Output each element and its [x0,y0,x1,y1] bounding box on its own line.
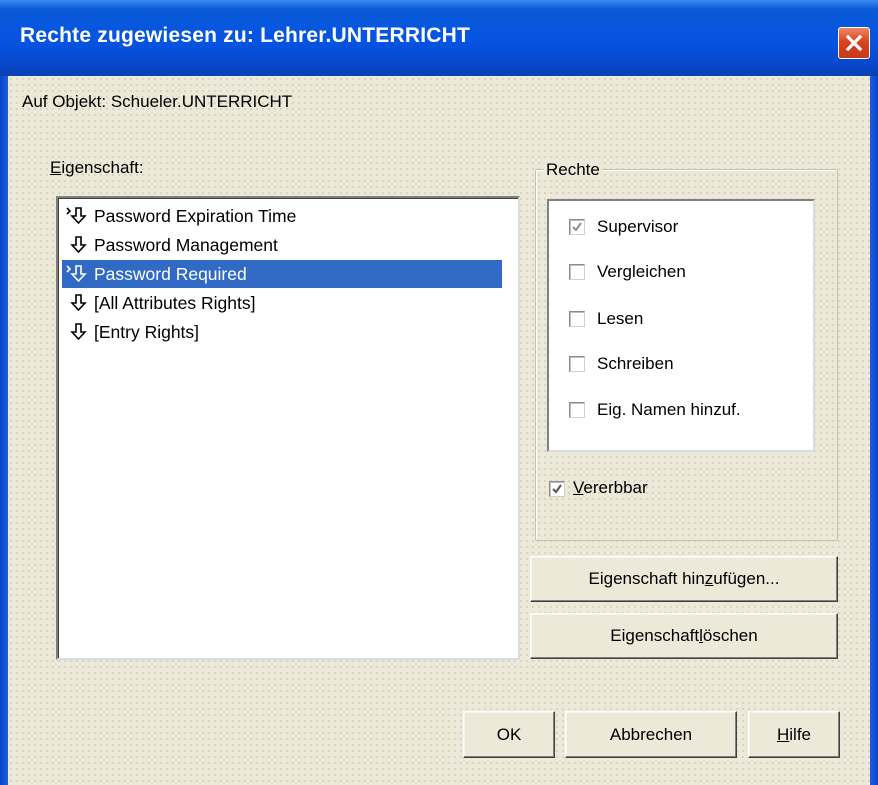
add-property-label-part: Eigenschaft hin [588,569,705,588]
cancel-label: Abbrechen [609,725,693,744]
add-self-checkbox[interactable] [569,402,585,418]
delete-property-button[interactable]: Eigenschaft löschen [530,613,838,659]
inheritable-checkbox[interactable] [549,481,565,497]
window-border-left [0,76,8,785]
write-label: Schreiben [597,354,674,373]
checkmark-icon [572,222,582,232]
help-label: Hilfe [777,712,811,757]
properties-label-accel: E [50,158,62,177]
window-border-right [870,76,878,785]
list-item-label: [Entry Rights] [94,322,200,342]
delete-property-label-part: Eigenschaft [610,626,700,645]
inheritable-label: Vererbbar [573,478,648,498]
list-item[interactable]: Password Management [62,231,278,259]
delete-property-label-part: öschen [702,626,758,645]
read-label: Lesen [597,309,644,328]
properties-label: Eigenschaft: [50,158,144,178]
close-icon [845,34,863,52]
window-title: Rechte zugewiesen zu: Lehrer.UNTERRICHT [20,24,471,47]
properties-list[interactable]: Password Expiration Time Password Manage… [56,196,520,660]
inherit-arrow-icon [62,260,94,288]
supervisor-checkbox[interactable] [569,219,585,235]
inheritable-label-rest: ererbbar [583,478,648,497]
help-label-rest: ilfe [789,725,811,744]
inherit-arrow-icon [62,202,94,230]
checkmark-icon [552,484,562,494]
rights-dialog: Rechte zugewiesen zu: Lehrer.UNTERRICHT … [0,0,878,785]
add-property-button[interactable]: Eigenschaft hinzufügen... [530,556,838,602]
read-checkbox[interactable] [569,311,585,327]
list-item[interactable]: [All Attributes Rights] [62,289,255,317]
help-accel: H [776,725,790,744]
delete-property-label: Eigenschaft löschen [610,614,757,658]
add-property-label: Eigenschaft hinzufügen... [589,557,780,601]
add-property-accel: z [704,569,714,588]
help-button[interactable]: Hilfe [748,711,840,758]
down-arrow-icon [62,318,94,346]
list-item-label: Password Expiration Time [94,206,297,226]
supervisor-label: Supervisor [597,217,679,236]
list-item-label: Password Required [94,264,247,284]
close-button[interactable] [838,27,870,59]
list-item-label: Password Management [94,235,278,255]
ok-button[interactable]: OK [463,711,555,758]
compare-label: Vergleichen [597,262,686,281]
cancel-button[interactable]: Abbrechen [565,711,737,758]
list-item[interactable]: [Entry Rights] [62,318,199,346]
write-checkbox[interactable] [569,356,585,372]
add-self-label: Eig. Namen hinzuf. [597,400,741,419]
title-bar[interactable]: Rechte zugewiesen zu: Lehrer.UNTERRICHT [0,0,878,76]
down-arrow-icon [62,289,94,317]
down-arrow-icon [62,231,94,259]
compare-checkbox[interactable] [569,264,585,280]
rights-list: Supervisor Vergleichen Lesen Schreiben E… [547,199,815,452]
ok-label: OK [496,725,522,744]
object-label: Auf Objekt: Schueler.UNTERRICHT [22,92,293,111]
dialog-content: Auf Objekt: Schueler.UNTERRICHT Eigensch… [8,76,870,785]
list-item[interactable]: Password Expiration Time [62,202,296,230]
list-item-label: [All Attributes Rights] [94,293,256,313]
list-item-selected[interactable]: Password Required [62,260,502,288]
properties-label-rest: igenschaft: [61,158,144,177]
rights-group-label: Rechte [544,160,602,180]
inheritable-label-accel: V [573,478,584,497]
add-property-label-part: ufügen... [713,569,780,588]
